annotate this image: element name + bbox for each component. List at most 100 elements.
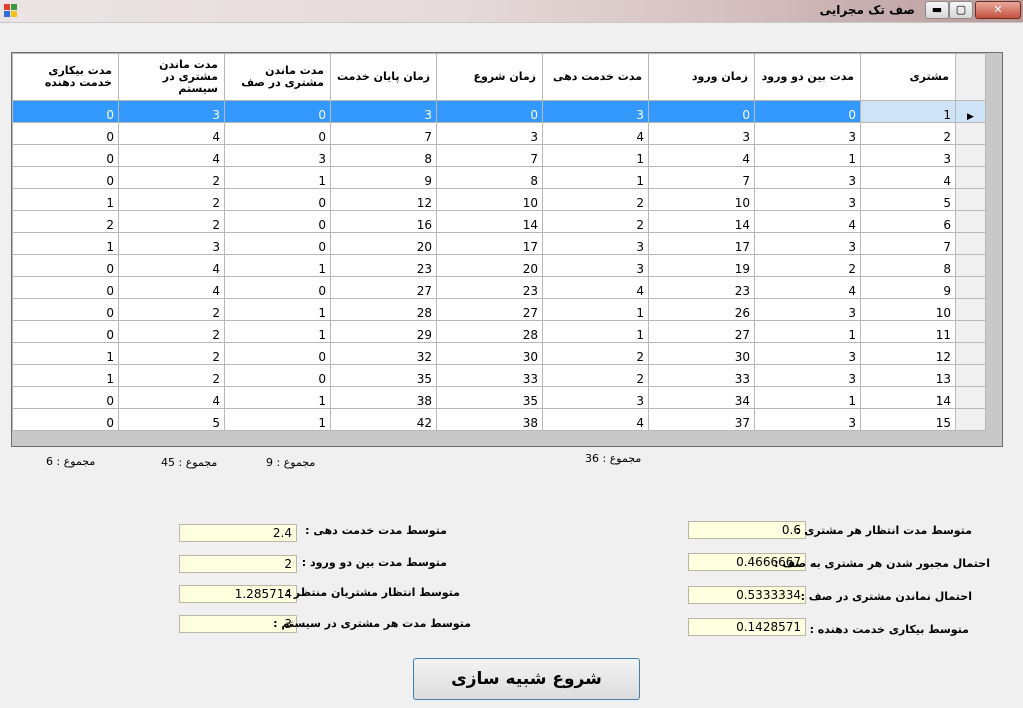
table-cell[interactable]: 3 [648, 122, 755, 145]
table-row[interactable]: 1 2 0 12 10 2 10 3 5 [12, 188, 986, 211]
idle-server-field[interactable]: 0.1428571 [688, 618, 806, 636]
column-header[interactable]: مدت ماندن مشتری در سیستم [118, 53, 225, 101]
table-cell[interactable]: 5 [860, 188, 956, 211]
table-cell[interactable]: 3 [754, 188, 861, 211]
table-cell[interactable]: 3 [754, 364, 861, 387]
table-cell[interactable]: 1 [224, 320, 331, 343]
avg-waiting-customers-field[interactable]: 1.285714 [179, 585, 297, 603]
table-cell[interactable]: 4 [860, 166, 956, 189]
row-header[interactable] [955, 122, 986, 145]
table-row[interactable]: 040734332 [12, 122, 986, 145]
table-cell[interactable]: 2 [118, 188, 225, 211]
table-cell[interactable]: 0 [12, 100, 119, 123]
table-cell[interactable]: 3 [224, 144, 331, 167]
row-header[interactable] [955, 232, 986, 255]
table-cell[interactable]: 2 [118, 364, 225, 387]
table-cell[interactable]: 16 [330, 210, 437, 233]
table-row[interactable]: 0 4 1 23 20 3 19 2 8 [12, 254, 986, 277]
prob-no-wait-field[interactable]: 0.5333334 [688, 586, 806, 604]
table-cell[interactable]: 2 [754, 254, 861, 277]
avg-interarrival-field[interactable]: 2 [179, 555, 297, 573]
table-cell[interactable]: 0 [12, 166, 119, 189]
table-row[interactable]: 0 2 1 29 28 1 27 1 11 [12, 320, 986, 343]
table-cell[interactable]: 2 [542, 364, 649, 387]
table-cell[interactable]: 2 [542, 210, 649, 233]
table-cell[interactable]: 8 [330, 144, 437, 167]
table-cell[interactable]: 0 [224, 122, 331, 145]
table-cell[interactable]: 2 [860, 122, 956, 145]
table-cell[interactable]: 10 [860, 298, 956, 321]
table-cell[interactable]: 28 [330, 298, 437, 321]
table-cell[interactable]: 1 [224, 166, 331, 189]
table-cell[interactable]: 1 [542, 320, 649, 343]
table-cell[interactable]: 3 [754, 166, 861, 189]
table-cell[interactable]: 33 [436, 364, 543, 387]
table-cell[interactable]: 34 [648, 386, 755, 409]
table-cell[interactable]: 30 [436, 342, 543, 365]
table-cell[interactable]: 20 [330, 232, 437, 255]
table-cell[interactable]: 1 [224, 298, 331, 321]
table-cell[interactable]: 7 [648, 166, 755, 189]
table-row[interactable]: 1 3 0 20 17 3 17 3 7 [12, 232, 986, 255]
table-cell[interactable]: 9 [330, 166, 437, 189]
table-cell[interactable]: 3 [542, 386, 649, 409]
table-row[interactable]: 1 2 0 35 33 2 33 3 13 [12, 364, 986, 387]
table-cell[interactable]: 1 [754, 144, 861, 167]
table-cell[interactable]: 23 [436, 276, 543, 299]
table-cell[interactable]: 14 [648, 210, 755, 233]
maximize-button[interactable]: ▢ [949, 1, 973, 19]
table-cell[interactable]: 4 [542, 122, 649, 145]
table-cell[interactable]: 0 [12, 122, 119, 145]
table-cell[interactable]: 0 [12, 298, 119, 321]
table-cell[interactable]: 14 [436, 210, 543, 233]
table-cell[interactable]: 3 [754, 298, 861, 321]
row-header[interactable] [955, 342, 986, 365]
table-cell[interactable]: 1 [860, 100, 956, 123]
row-header[interactable]: ▶ [955, 100, 986, 123]
table-cell[interactable]: 3 [542, 254, 649, 277]
column-header[interactable]: مدت خدمت دهی [542, 53, 649, 101]
column-header[interactable]: زمان شروع [436, 53, 543, 101]
table-row[interactable]: 021981734 [12, 166, 986, 189]
table-cell[interactable]: 1 [542, 298, 649, 321]
table-cell[interactable]: 0 [648, 100, 755, 123]
table-cell[interactable]: 11 [860, 320, 956, 343]
row-header[interactable] [955, 320, 986, 343]
table-cell[interactable]: 27 [330, 276, 437, 299]
table-cell[interactable]: 0 [224, 232, 331, 255]
table-cell[interactable]: 38 [330, 386, 437, 409]
table-row[interactable]: 0 2 1 28 27 1 26 3 10 [12, 298, 986, 321]
table-cell[interactable]: 14 [860, 386, 956, 409]
table-cell[interactable]: 29 [330, 320, 437, 343]
table-cell[interactable]: 32 [330, 342, 437, 365]
row-header[interactable] [955, 210, 986, 233]
table-cell[interactable]: 7 [860, 232, 956, 255]
table-cell[interactable]: 3 [436, 122, 543, 145]
table-cell[interactable]: 35 [436, 386, 543, 409]
table-cell[interactable]: 20 [436, 254, 543, 277]
table-cell[interactable]: 4 [754, 210, 861, 233]
table-cell[interactable]: 3 [542, 232, 649, 255]
table-cell[interactable]: 3 [330, 100, 437, 123]
table-cell[interactable]: 30 [648, 342, 755, 365]
table-cell[interactable]: 7 [436, 144, 543, 167]
table-cell[interactable]: 2 [118, 320, 225, 343]
table-cell[interactable]: 4 [118, 276, 225, 299]
table-cell[interactable]: 8 [860, 254, 956, 277]
table-cell[interactable]: 4 [118, 386, 225, 409]
row-header[interactable] [955, 144, 986, 167]
table-cell[interactable]: 4 [542, 276, 649, 299]
table-cell[interactable]: 0 [224, 342, 331, 365]
table-cell[interactable]: 1 [12, 232, 119, 255]
table-cell[interactable]: 1 [754, 320, 861, 343]
table-cell[interactable]: 10 [436, 188, 543, 211]
table-cell[interactable]: 3 [754, 232, 861, 255]
table-cell[interactable]: 2 [118, 166, 225, 189]
table-cell[interactable]: 27 [648, 320, 755, 343]
table-cell[interactable]: 0 [12, 386, 119, 409]
table-cell[interactable]: 0 [224, 276, 331, 299]
table-cell[interactable]: 2 [118, 210, 225, 233]
table-cell[interactable]: 19 [648, 254, 755, 277]
row-header[interactable] [955, 298, 986, 321]
table-cell[interactable]: 0 [224, 188, 331, 211]
